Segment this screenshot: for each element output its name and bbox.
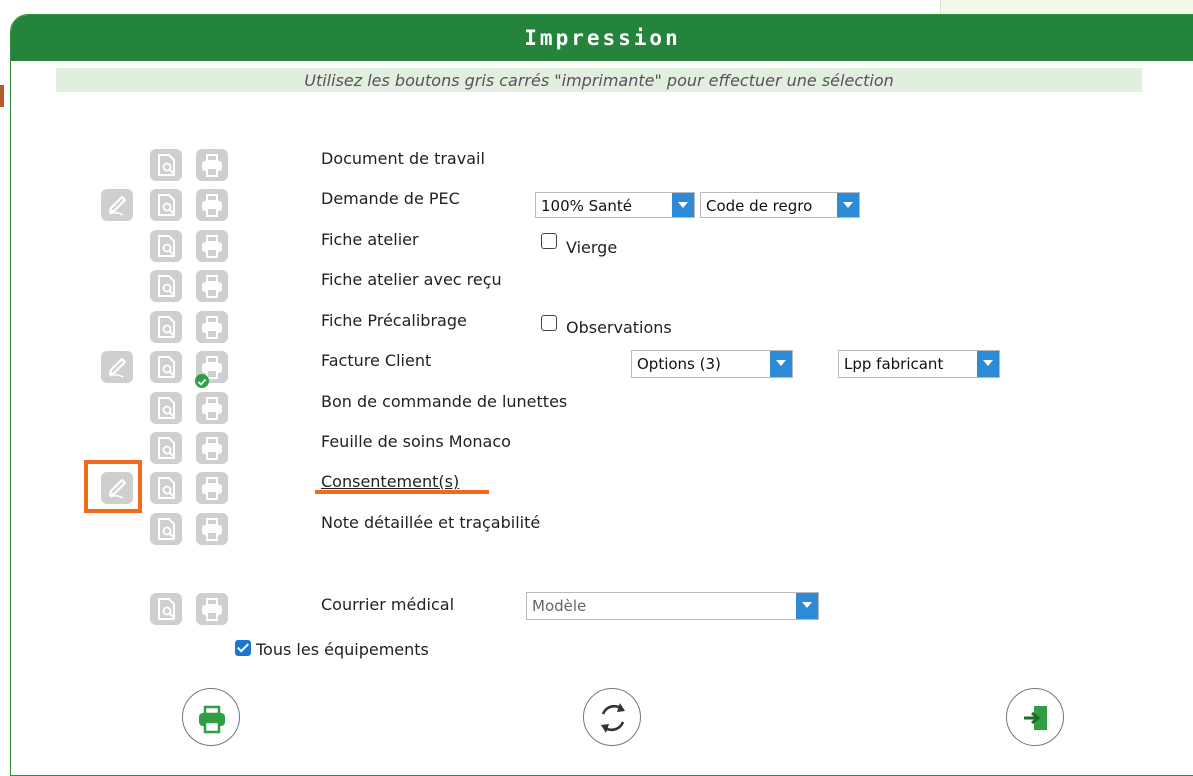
row-label-document-de-travail: Document de travail: [321, 149, 485, 168]
dialog-title: Impression: [524, 26, 681, 50]
document-preview-icon[interactable]: [150, 432, 182, 464]
pec-type-select[interactable]: 100% Santé: [535, 192, 695, 218]
printer-icon[interactable]: [196, 472, 228, 504]
printer-icon: [199, 705, 225, 734]
printer-icon[interactable]: [196, 189, 228, 221]
check-icon: [195, 374, 209, 388]
print-button[interactable]: [182, 688, 240, 746]
exit-door-icon: [1024, 706, 1047, 730]
row-label-fiche-atelier-recu: Fiche atelier avec reçu: [321, 270, 502, 289]
pec-code-value: Code de regro: [706, 197, 813, 215]
printer-icon[interactable]: [196, 593, 228, 625]
printer-icon[interactable]: [196, 311, 228, 343]
printer-icon[interactable]: [196, 432, 228, 464]
row-label-note-detaillee: Note détaillée et traçabilité: [321, 513, 541, 532]
dialog-titlebar: Impression: [11, 15, 1193, 61]
refresh-icon: [601, 703, 625, 733]
printer-icon[interactable]: [196, 392, 228, 424]
pencil-icon[interactable]: [101, 189, 133, 221]
document-preview-icon[interactable]: [150, 149, 182, 181]
chevron-down-icon[interactable]: [837, 193, 859, 217]
observations-checkbox[interactable]: [541, 315, 557, 331]
left-edge-marker: [0, 85, 4, 107]
print-dialog: Impression: [10, 14, 1193, 776]
vierge-label: Vierge: [566, 238, 618, 257]
facture-options-value: Options (3): [637, 355, 721, 373]
document-preview-icon[interactable]: [150, 230, 182, 262]
row-label-feuille-soins: Feuille de soins Monaco: [321, 432, 511, 451]
consentement-highlight-underline: [315, 490, 489, 494]
document-preview-icon[interactable]: [150, 472, 182, 504]
tous-equipements-checkbox[interactable]: [235, 640, 251, 656]
row-label-fiche-atelier: Fiche atelier: [321, 230, 419, 249]
chevron-down-icon[interactable]: [796, 593, 818, 619]
document-preview-icon[interactable]: [150, 392, 182, 424]
document-preview-icon[interactable]: [150, 270, 182, 302]
document-preview-icon[interactable]: [150, 311, 182, 343]
row-label-bon-commande: Bon de commande de lunettes: [321, 392, 568, 411]
courrier-model-placeholder: Modèle: [532, 597, 587, 615]
vierge-checkbox[interactable]: [541, 233, 557, 249]
row-label-fiche-precalibrage: Fiche Précalibrage: [321, 311, 467, 330]
lpp-value: Lpp fabricant: [844, 355, 944, 373]
observations-label: Observations: [566, 318, 672, 337]
pec-type-value: 100% Santé: [541, 197, 632, 215]
row-label-facture-client: Facture Client: [321, 351, 432, 370]
lpp-select[interactable]: Lpp fabricant: [838, 350, 1000, 378]
courrier-medical-label: Courrier médical: [321, 595, 455, 614]
printer-icon[interactable]: [196, 513, 228, 545]
pec-code-select[interactable]: Code de regro: [700, 192, 860, 218]
row-label-consentements[interactable]: Consentement(s): [321, 472, 459, 491]
refresh-button[interactable]: [583, 688, 641, 746]
tous-equipements-label: Tous les équipements: [256, 640, 429, 659]
pencil-icon[interactable]: [101, 351, 133, 383]
document-preview-icon[interactable]: [150, 189, 182, 221]
facture-options-select[interactable]: Options (3): [631, 350, 793, 378]
row-label-demande-pec: Demande de PEC: [321, 189, 460, 208]
document-preview-icon[interactable]: [150, 351, 182, 383]
printer-icon[interactable]: [196, 230, 228, 262]
chevron-down-icon[interactable]: [977, 351, 999, 377]
document-preview-icon[interactable]: [150, 513, 182, 545]
printer-icon[interactable]: [196, 149, 228, 181]
chevron-down-icon[interactable]: [672, 193, 694, 217]
top-right-corner-panel: [940, 0, 1193, 14]
instruction-banner: Utilisez les boutons gris carrés "imprim…: [56, 68, 1142, 92]
printer-icon[interactable]: [196, 270, 228, 302]
document-preview-icon[interactable]: [150, 593, 182, 625]
courrier-model-select[interactable]: Modèle: [526, 592, 819, 620]
exit-button[interactable]: [1006, 688, 1064, 746]
edit-highlight-frame: [84, 460, 142, 513]
chevron-down-icon[interactable]: [770, 351, 792, 377]
